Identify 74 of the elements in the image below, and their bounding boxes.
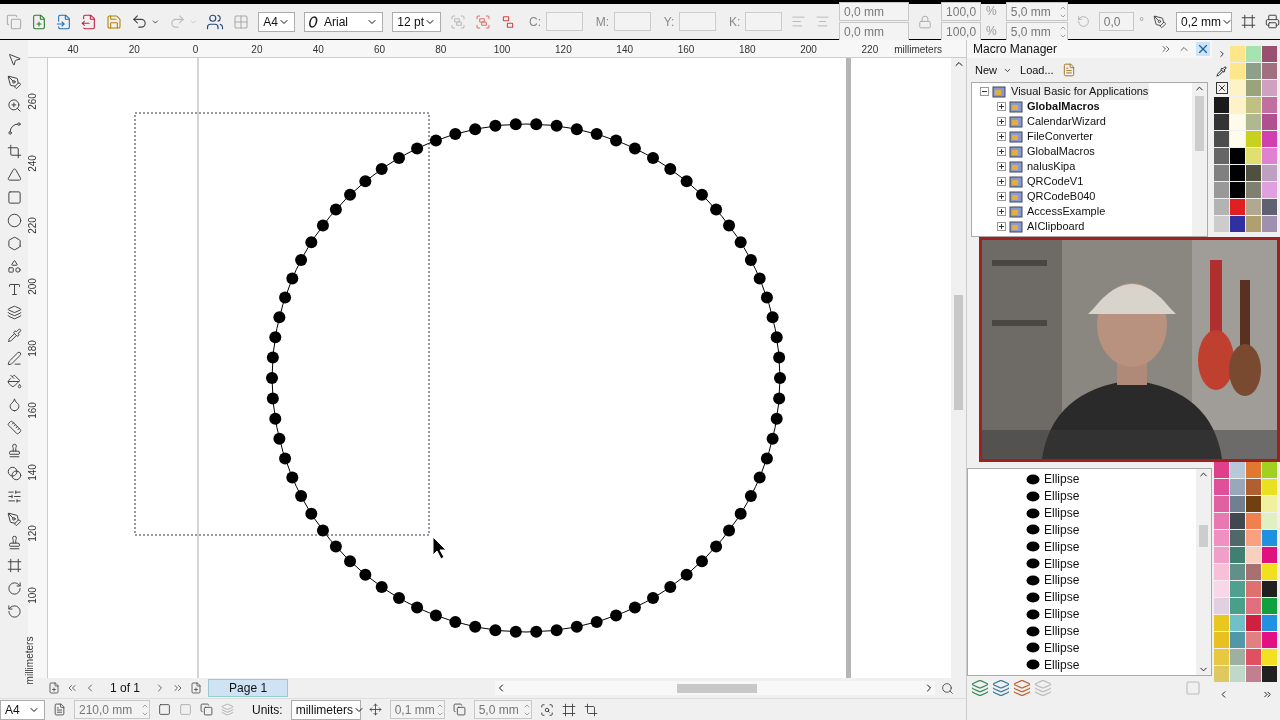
- duplicate-distance-field[interactable]: 5,0 mm: [473, 700, 532, 719]
- percent-label: %: [986, 23, 997, 40]
- scale-field[interactable]: 100,0: [941, 2, 982, 21]
- object-item[interactable]: Ellipse: [1044, 520, 1080, 539]
- offset-field[interactable]: 5,0 mm: [1005, 2, 1068, 21]
- object-item[interactable]: Ellipse: [1044, 487, 1080, 506]
- new-button[interactable]: New: [975, 61, 1012, 79]
- tree-item[interactable]: AccessExample: [1027, 203, 1106, 220]
- object-item[interactable]: Ellipse: [1044, 554, 1080, 573]
- load-button[interactable]: Load...: [1020, 61, 1054, 79]
- ruler-label: 80: [435, 43, 447, 57]
- ruler-label: 160: [25, 401, 39, 419]
- ruler-unit-label: millimeters: [894, 43, 942, 57]
- ruler-label: 180: [25, 340, 39, 357]
- ruler-label: 40: [312, 43, 324, 57]
- color-label: C:: [529, 13, 542, 31]
- page-tab[interactable]: Page 1: [208, 679, 289, 697]
- percent-label: %: [986, 3, 997, 20]
- color-label: Y:: [663, 13, 675, 31]
- tree-item[interactable]: nalusKipa: [1027, 158, 1076, 175]
- ruler-label: 100: [25, 587, 39, 604]
- object-item[interactable]: Ellipse: [1044, 537, 1080, 556]
- ruler-label: 0: [192, 43, 199, 57]
- ruler-label: 160: [677, 43, 695, 57]
- tree-item[interactable]: GlobalMacros: [1027, 143, 1095, 160]
- page-size-select[interactable]: A4: [258, 11, 296, 32]
- object-item[interactable]: Ellipse: [1044, 622, 1080, 640]
- page-size-select[interactable]: A4: [0, 699, 45, 720]
- tree-item[interactable]: FileConverter: [1027, 128, 1094, 145]
- tree-item[interactable]: QRCodeV1: [1027, 173, 1084, 190]
- ruler-label: 100: [493, 43, 511, 57]
- object-item[interactable]: Ellipse: [1044, 638, 1080, 657]
- page-width-field[interactable]: 210,0 mm: [74, 700, 150, 719]
- ruler-unit-label: millimeters: [23, 636, 37, 685]
- color-label: K:: [729, 13, 741, 31]
- units-label: Units:: [252, 701, 283, 719]
- ruler-label: 120: [555, 43, 572, 57]
- object-item[interactable]: Ellipse: [1044, 571, 1080, 590]
- tree-item[interactable]: QRCodeB040: [1027, 188, 1096, 205]
- docker-title: Macro Manager: [973, 41, 1058, 58]
- ruler-label: 240: [25, 154, 39, 172]
- degree-label: °: [1139, 13, 1144, 31]
- nudge-field[interactable]: 0,1 mm: [389, 700, 445, 719]
- page-count: 1 of 1: [110, 680, 141, 697]
- object-item[interactable]: Ellipse: [1044, 588, 1080, 607]
- ruler-label: 40: [67, 43, 79, 57]
- rotation-field[interactable]: 0,0: [1098, 12, 1135, 31]
- position-field[interactable]: 0,0 mm: [839, 2, 910, 21]
- ruler-label: 20: [251, 43, 263, 57]
- ruler-label: 20: [128, 43, 140, 57]
- font-select[interactable]: Arial: [304, 11, 384, 32]
- ruler-label: 200: [25, 278, 39, 296]
- tree-item[interactable]: GlobalMacros: [1027, 98, 1100, 115]
- units-select[interactable]: millimeters: [290, 699, 361, 720]
- object-item[interactable]: Ellipse: [1044, 504, 1080, 523]
- ruler-label: 260: [25, 93, 39, 110]
- ruler-label: 200: [800, 43, 817, 57]
- ruler-label: 180: [738, 43, 756, 57]
- ruler-label: 220: [25, 216, 39, 234]
- object-item[interactable]: Ellipse: [1044, 470, 1080, 489]
- tree-item[interactable]: Visual Basic for Applications: [1010, 83, 1150, 100]
- tree-item[interactable]: CalendarWizard: [1027, 113, 1106, 130]
- ruler-label: 140: [616, 43, 634, 57]
- object-item[interactable]: Ellipse: [1044, 655, 1080, 674]
- font-name: Arial: [324, 13, 349, 31]
- object-item[interactable]: Ellipse: [1044, 605, 1080, 624]
- ruler-label: 140: [25, 463, 39, 481]
- outline-width-select[interactable]: 0,2 mm: [1176, 11, 1232, 32]
- tree-item[interactable]: AIClipboard: [1027, 218, 1085, 235]
- ruler-label: 120: [25, 525, 39, 543]
- font-size-select[interactable]: 12 pt: [392, 11, 442, 32]
- ruler-label: 60: [373, 43, 386, 57]
- ruler-label: 220: [861, 43, 879, 57]
- color-label: M:: [595, 13, 610, 31]
